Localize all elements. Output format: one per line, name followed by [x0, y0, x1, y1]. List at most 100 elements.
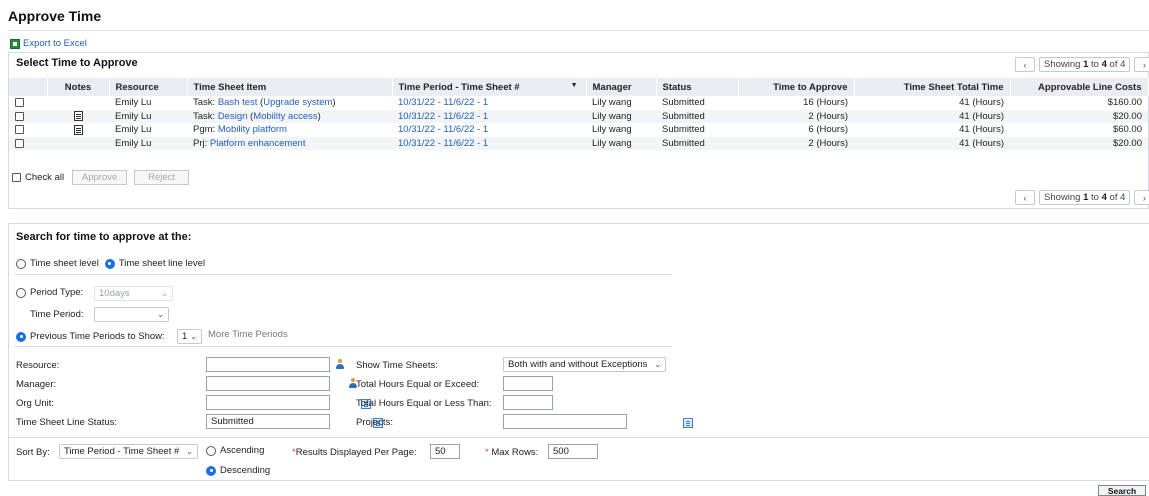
- row-checkbox[interactable]: [15, 125, 24, 135]
- pager-of-word: of: [1109, 59, 1118, 70]
- period-link[interactable]: 10/31/22 - 11/6/22 - 1: [398, 111, 488, 122]
- previous-periods-label: Previous Time Periods to Show:: [30, 331, 165, 342]
- item-link[interactable]: Design: [218, 111, 248, 122]
- pager-total: 4: [1120, 192, 1126, 203]
- ascending-label: Ascending: [220, 445, 265, 456]
- list-picker-icon[interactable]: [683, 418, 694, 428]
- export-label[interactable]: Export to Excel: [23, 38, 87, 49]
- resource-cell: Emily Lu: [115, 124, 152, 136]
- ascending-option: Ascending: [206, 445, 264, 456]
- item-link[interactable]: Platform enhancement: [210, 138, 306, 149]
- time-to-approve-cell: 16 (Hours): [803, 97, 848, 109]
- page-title: Approve Time: [8, 8, 102, 24]
- previous-periods-select[interactable]: 1 ⌄: [177, 329, 202, 344]
- item-parent-link[interactable]: Upgrade system: [263, 97, 332, 108]
- approve-button[interactable]: Approve: [72, 170, 128, 185]
- descending-radio[interactable]: [206, 465, 216, 476]
- pager-from: 1: [1083, 192, 1089, 203]
- column-header-total-time[interactable]: Time Sheet Total Time: [854, 78, 1011, 96]
- period-type-row: Period Type:: [16, 287, 83, 298]
- manager-input[interactable]: [206, 376, 330, 391]
- projects-input[interactable]: [503, 414, 627, 429]
- results-per-page-input[interactable]: 50: [430, 444, 460, 459]
- row-checkbox[interactable]: [15, 98, 24, 108]
- org-unit-input[interactable]: [206, 395, 330, 410]
- pager-status-bottom: Showing 1 to 4 of 4: [1039, 190, 1131, 205]
- manager-label: Manager:: [16, 379, 57, 390]
- results-per-page-text: Results Displayed Per Page:: [295, 447, 417, 458]
- reject-button[interactable]: Reject: [134, 170, 190, 185]
- prev-page-button-bottom[interactable]: ‹: [1015, 190, 1035, 205]
- notes-icon[interactable]: [73, 124, 83, 135]
- export-to-excel-link[interactable]: Export to Excel: [10, 38, 87, 49]
- pager-prefix: Showing: [1044, 192, 1081, 203]
- notes-icon[interactable]: [73, 111, 83, 122]
- descending-label: Descending: [220, 465, 271, 476]
- search-button[interactable]: Search: [1098, 485, 1146, 496]
- row-checkbox[interactable]: [15, 111, 24, 121]
- period-type-select[interactable]: 10days ⌄: [94, 286, 173, 301]
- column-header-resource[interactable]: Resource: [109, 78, 188, 96]
- resource-input[interactable]: [206, 357, 330, 372]
- column-header-status[interactable]: Status: [656, 78, 739, 96]
- period-cell: 10/31/22 - 11/6/22 - 1: [392, 123, 586, 137]
- hours-exceed-input[interactable]: [503, 376, 553, 391]
- column-header-manager[interactable]: Manager: [586, 78, 657, 96]
- pager-prefix: Showing: [1044, 59, 1081, 70]
- column-header-period-label: Time Period - Time Sheet #: [398, 81, 520, 93]
- ascending-radio[interactable]: [206, 445, 216, 456]
- period-link[interactable]: 10/31/22 - 11/6/22 - 1: [398, 138, 488, 149]
- status-cell: Submitted: [656, 136, 738, 150]
- item-close: ): [332, 97, 336, 109]
- column-header-item[interactable]: Time Sheet Item: [187, 78, 393, 96]
- level-line-label: Time sheet line level: [118, 258, 206, 269]
- level-sheet-radio[interactable]: [16, 258, 26, 269]
- max-rows-input[interactable]: 500: [548, 444, 598, 459]
- table-row: Emily Lu Task: Bash test (Upgrade system)…: [9, 96, 1148, 110]
- approve-section-title: Select Time to Approve: [16, 57, 138, 69]
- divider: [9, 437, 1149, 438]
- more-periods-link[interactable]: More Time Periods: [208, 329, 288, 340]
- item-close: ): [317, 110, 321, 122]
- column-header-period[interactable]: Time Period - Time Sheet # ▼: [392, 78, 587, 96]
- show-sheets-select[interactable]: Both with and without Exceptions ⌄: [503, 357, 666, 372]
- check-all-checkbox[interactable]: [12, 173, 21, 182]
- item-link[interactable]: Mobility platform: [218, 124, 287, 135]
- previous-periods-radio[interactable]: [16, 331, 26, 342]
- time-to-approve-cell: 2 (Hours): [738, 109, 854, 123]
- item-cell: Task: Bash test (Upgrade system): [187, 96, 392, 110]
- column-header-line-costs[interactable]: Approvable Line Costs: [1010, 78, 1149, 96]
- show-sheets-label: Show Time Sheets:: [356, 360, 438, 371]
- status-cell: Submitted: [662, 97, 705, 109]
- check-all-label: Check all: [25, 172, 65, 183]
- level-line-radio[interactable]: [104, 258, 115, 269]
- item-parent-link[interactable]: Mobility access: [253, 111, 317, 122]
- sort-by-select[interactable]: Time Period - Time Sheet # ⌄: [59, 444, 198, 459]
- item-cell: Pgm: Mobility platform: [187, 123, 392, 137]
- time-period-select[interactable]: ⌄: [94, 307, 169, 322]
- row-checkbox[interactable]: [15, 138, 24, 148]
- hours-exceed-label: Total Hours Equal or Exceed:: [356, 379, 480, 390]
- person-picker-icon[interactable]: [335, 359, 345, 370]
- period-type-label: Period Type:: [30, 287, 84, 298]
- pager-to-word: to: [1091, 192, 1099, 203]
- hours-less-label: Total Hours Equal or Less Than:: [356, 398, 492, 409]
- line-cost-cell: $20.00: [1010, 136, 1148, 150]
- period-cell: 10/31/22 - 11/6/22 - 1: [392, 109, 586, 123]
- notes-cell: [47, 96, 109, 110]
- period-type-radio[interactable]: [16, 287, 26, 298]
- column-header-time-to-approve[interactable]: Time to Approve: [738, 78, 855, 96]
- period-link[interactable]: 10/31/22 - 11/6/22 - 1: [398, 97, 488, 108]
- row-checkbox-cell: [9, 136, 47, 150]
- resource-cell: Emily Lu: [109, 136, 187, 150]
- next-page-button-bottom[interactable]: ›: [1134, 190, 1149, 205]
- hours-less-input[interactable]: [503, 395, 553, 410]
- line-status-input[interactable]: Submitted: [206, 414, 330, 429]
- period-link[interactable]: 10/31/22 - 11/6/22 - 1: [398, 124, 488, 135]
- chevron-down-icon: ⌄: [161, 289, 168, 298]
- resource-label: Resource:: [16, 360, 60, 371]
- next-page-button[interactable]: ›: [1134, 57, 1149, 72]
- prev-page-button[interactable]: ‹: [1015, 57, 1035, 72]
- chevron-down-icon: ⌄: [190, 332, 197, 341]
- item-link[interactable]: Bash test: [218, 97, 258, 108]
